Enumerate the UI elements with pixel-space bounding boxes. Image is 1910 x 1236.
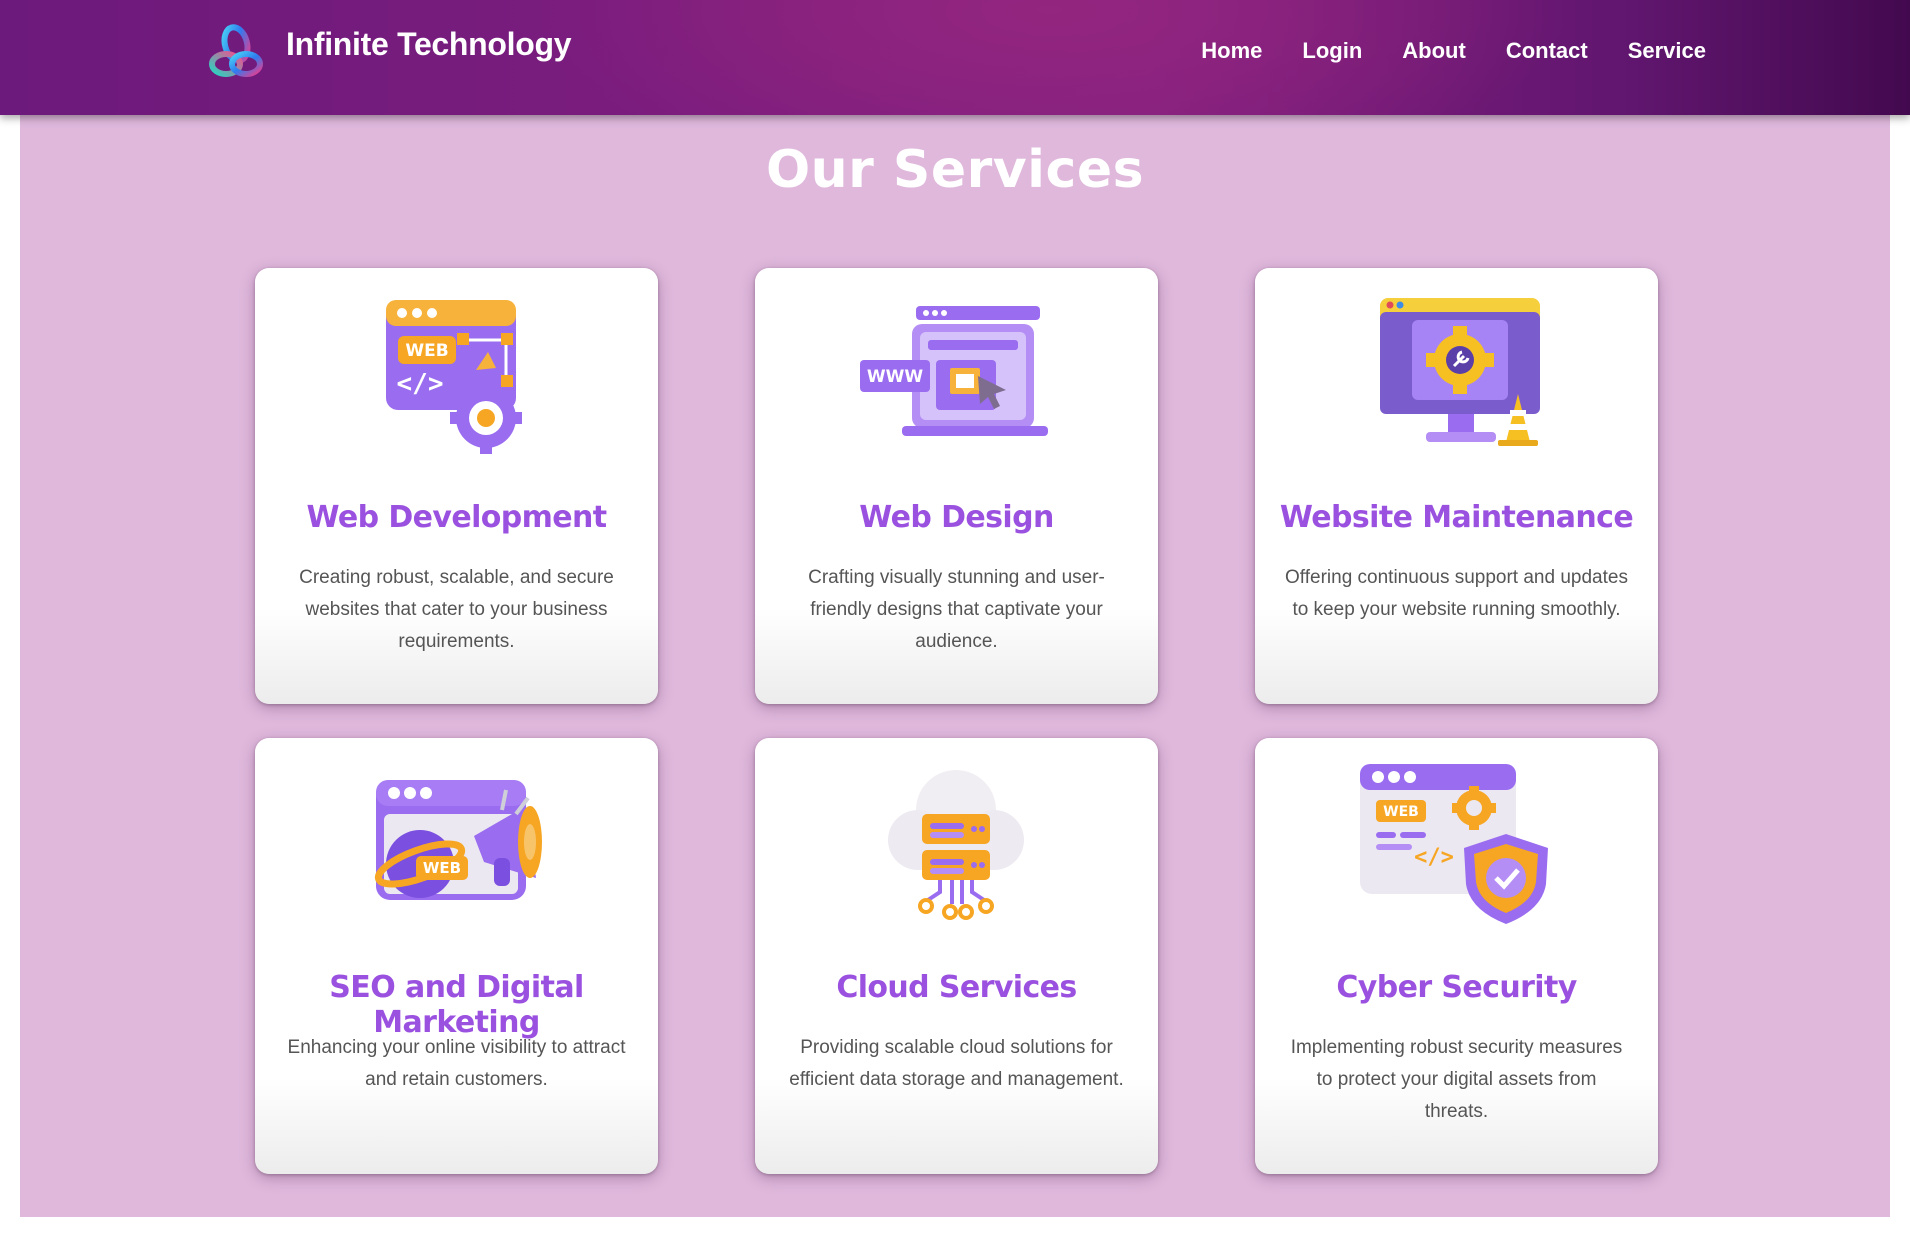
web-design-icon: WWW	[860, 306, 1048, 436]
infinity-rings-logo-icon	[209, 24, 263, 77]
nav-login-link[interactable]: Login	[1302, 38, 1362, 64]
nav-service-link[interactable]: Service	[1628, 38, 1706, 64]
card-title: Cloud Services	[836, 970, 1077, 1005]
service-card-cloud-services[interactable]: Cloud Services Providing scalable cloud …	[755, 738, 1158, 1174]
service-card-cyber-security[interactable]: WEB </> Cyber Security Implementing robu…	[1255, 738, 1658, 1174]
cloud-services-icon	[888, 770, 1024, 920]
card-title: Web Design	[859, 500, 1054, 535]
www-badge: WWW	[867, 367, 924, 387]
web-development-icon: WEB </>	[386, 300, 522, 454]
web-badge: WEB	[405, 341, 448, 361]
cyber-security-icon: WEB </>	[1360, 764, 1548, 924]
web-badge: WEB	[423, 859, 461, 877]
main-nav: Home Login About Contact Service	[1201, 38, 1706, 64]
card-description: Enhancing your online visibility to attr…	[287, 1037, 626, 1090]
card-description: Providing scalable cloud solutions for e…	[789, 1037, 1124, 1090]
service-card-web-development[interactable]: WEB </> Web Development Creating robust,…	[255, 268, 658, 704]
card-title: Web Development	[306, 500, 607, 535]
site-header: Infinite Technology Home Login About Con…	[0, 0, 1910, 115]
section-title: Our Services	[765, 140, 1145, 200]
card-description: Offering continuous support and updates …	[1285, 567, 1628, 620]
nav-about-link[interactable]: About	[1402, 38, 1466, 64]
card-title: SEO and Digital Marketing	[329, 970, 584, 1040]
nav-home-link[interactable]: Home	[1201, 38, 1262, 64]
services-section: Our Services WEB </> Web Development Cre…	[20, 115, 1890, 1217]
card-description: Creating robust, scalable, and secure we…	[299, 567, 614, 652]
card-description: Crafting visually stunning and user-frie…	[808, 567, 1105, 652]
svg-text:</>: </>	[1414, 845, 1454, 870]
card-title: Website Maintenance	[1279, 500, 1634, 535]
service-card-seo-marketing[interactable]: WEB SEO and Digital Marketing Enhancing …	[255, 738, 658, 1174]
seo-marketing-icon: WEB	[374, 780, 542, 900]
nav-contact-link[interactable]: Contact	[1506, 38, 1588, 64]
web-badge: WEB	[1383, 804, 1419, 820]
card-description: Implementing robust security measures to…	[1290, 1037, 1623, 1122]
website-maintenance-icon	[1380, 298, 1540, 446]
svg-text:</>: </>	[397, 369, 444, 399]
brand-name: Infinite Technology	[286, 25, 572, 62]
card-title: Cyber Security	[1336, 970, 1577, 1005]
service-card-website-maintenance[interactable]: Website Maintenance Offering continuous …	[1255, 268, 1658, 704]
service-card-web-design[interactable]: WWW Web Design Crafting visually stunnin…	[755, 268, 1158, 704]
brand[interactable]: Infinite Technology	[204, 20, 572, 84]
